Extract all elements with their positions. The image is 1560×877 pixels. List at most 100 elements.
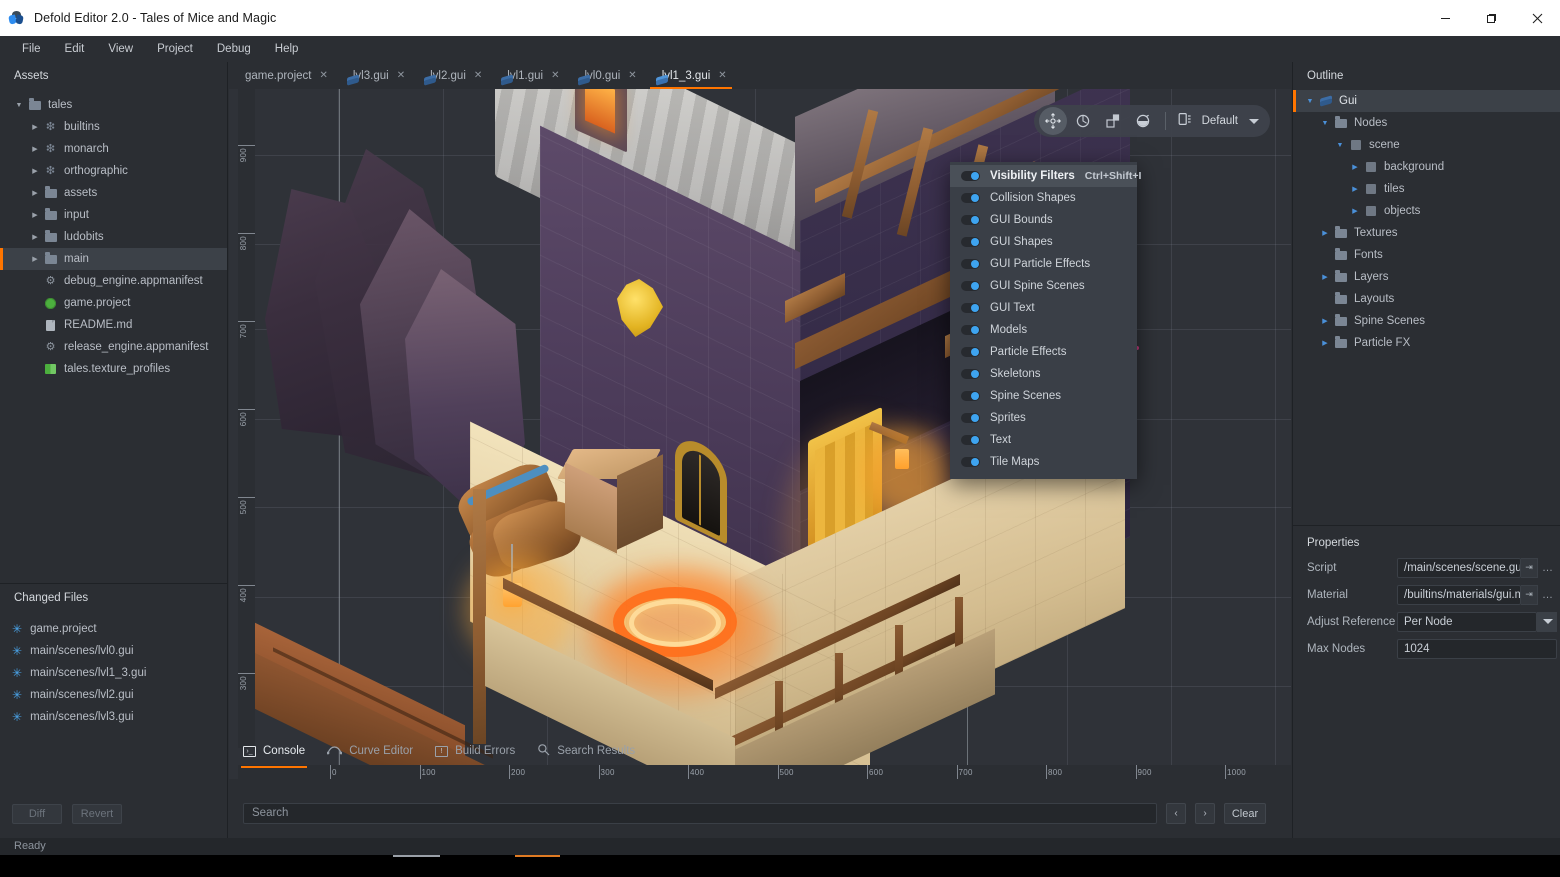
toggle-switch[interactable] [961, 391, 980, 401]
editor-tab[interactable]: game.project✕ [229, 62, 337, 89]
twisty-icon[interactable]: ▶ [28, 255, 42, 263]
visibility-filter-item[interactable]: Collision Shapes [950, 187, 1137, 209]
toggle-switch[interactable] [961, 237, 980, 247]
toggle-switch[interactable] [961, 281, 980, 291]
toggle-switch[interactable] [961, 435, 980, 445]
chevron-down-icon[interactable] [1537, 612, 1557, 632]
visibility-filter-item[interactable]: Tile Maps [950, 451, 1137, 473]
browse-button[interactable]: … [1538, 585, 1557, 605]
search-next-button[interactable]: › [1195, 803, 1215, 824]
outline-item[interactable]: ▶background [1293, 156, 1560, 178]
visibility-filter-item[interactable]: Models [950, 319, 1137, 341]
twisty-icon[interactable]: ▶ [28, 189, 42, 197]
asset-tree-item[interactable]: tales.texture_profiles [0, 358, 227, 380]
menu-project[interactable]: Project [145, 39, 205, 59]
search-input[interactable]: Search [243, 803, 1157, 824]
twisty-icon[interactable]: ▼ [1333, 142, 1347, 149]
toggle-switch[interactable] [961, 369, 980, 379]
close-tab-icon[interactable]: ✕ [397, 70, 405, 81]
visibility-filter-item[interactable]: Skeletons [950, 363, 1137, 385]
twisty-icon[interactable]: ▶ [1318, 229, 1332, 237]
toggle-switch[interactable] [961, 325, 980, 335]
outline-item[interactable]: Layouts [1293, 288, 1560, 310]
twisty-icon[interactable]: ▶ [1348, 185, 1362, 193]
minimize-button[interactable] [1422, 0, 1468, 36]
visibility-filter-item[interactable]: GUI Spine Scenes [950, 275, 1137, 297]
goto-resource-button[interactable]: ⇥ [1521, 585, 1538, 605]
twisty-icon[interactable]: ▶ [28, 123, 42, 131]
outline-item[interactable]: ▼Gui [1293, 90, 1560, 112]
menu-debug[interactable]: Debug [205, 39, 263, 59]
changed-file-item[interactable]: ✳main/scenes/lvl2.gui [0, 684, 227, 706]
toggle-visibility-filters[interactable] [961, 171, 980, 181]
outline-item[interactable]: ▶Spine Scenes [1293, 310, 1560, 332]
visibility-filters-header[interactable]: Visibility Filters Ctrl+Shift+I [950, 165, 1137, 187]
revert-button[interactable]: Revert [72, 804, 122, 824]
toggle-switch[interactable] [961, 259, 980, 269]
scene-viewport[interactable]: 900800700600500400300 010020030040050060… [229, 89, 1291, 779]
clear-button[interactable]: Clear [1224, 803, 1266, 824]
maximize-button[interactable] [1468, 0, 1514, 36]
toggle-switch[interactable] [961, 347, 980, 357]
goto-resource-button[interactable]: ⇥ [1521, 558, 1538, 578]
visibility-filter-item[interactable]: GUI Particle Effects [950, 253, 1137, 275]
move-tool-icon[interactable] [1039, 107, 1067, 135]
asset-tree-item[interactable]: ▶assets [0, 182, 227, 204]
close-tab-icon[interactable]: ✕ [718, 70, 726, 81]
scale-tool-icon[interactable] [1099, 107, 1127, 135]
visibility-filter-item[interactable]: Text [950, 429, 1137, 451]
outline-item[interactable]: ▶Textures [1293, 222, 1560, 244]
toggle-switch[interactable] [961, 413, 980, 423]
rotate-tool-icon[interactable] [1069, 107, 1097, 135]
outline-item[interactable]: Fonts [1293, 244, 1560, 266]
twisty-icon[interactable]: ▶ [1318, 339, 1332, 347]
changed-file-item[interactable]: ✳main/scenes/lvl3.gui [0, 706, 227, 728]
asset-tree-item[interactable]: game.project [0, 292, 227, 314]
visibility-filter-item[interactable]: Spine Scenes [950, 385, 1137, 407]
twisty-icon[interactable]: ▼ [1318, 120, 1332, 127]
visibility-filter-item[interactable]: Particle Effects [950, 341, 1137, 363]
changed-file-item[interactable]: ✳game.project [0, 618, 227, 640]
asset-tree-item[interactable]: ▶❇monarch [0, 138, 227, 160]
menu-help[interactable]: Help [263, 39, 311, 59]
twisty-icon[interactable]: ▶ [28, 233, 42, 241]
close-tab-icon[interactable]: ✕ [474, 70, 482, 81]
property-value[interactable]: /main/scenes/scene.gui_ [1397, 558, 1521, 578]
close-tab-icon[interactable]: ✕ [551, 70, 559, 81]
editor-tab[interactable]: lvl3.gui✕ [337, 62, 414, 89]
outline-item[interactable]: ▶tiles [1293, 178, 1560, 200]
outline-item[interactable]: ▶Layers [1293, 266, 1560, 288]
visibility-filter-item[interactable]: Sprites [950, 407, 1137, 429]
close-button[interactable] [1514, 0, 1560, 36]
editor-tab[interactable]: lvl2.gui✕ [414, 62, 491, 89]
layout-selector[interactable]: Default [1174, 111, 1265, 132]
outline-item[interactable]: ▼Nodes [1293, 112, 1560, 134]
search-prev-button[interactable]: ‹ [1166, 803, 1186, 824]
asset-tree-item[interactable]: ▶input [0, 204, 227, 226]
console-tab[interactable]: ›_Console [243, 737, 305, 765]
visibility-filters-icon[interactable] [1129, 107, 1157, 135]
toggle-switch[interactable] [961, 193, 980, 203]
asset-tree-item[interactable]: ▼tales [0, 94, 227, 116]
property-value[interactable]: 1024 [1397, 639, 1557, 659]
twisty-icon[interactable]: ▶ [28, 211, 42, 219]
asset-tree-item[interactable]: README.md [0, 314, 227, 336]
twisty-icon[interactable]: ▶ [1348, 163, 1362, 171]
browse-button[interactable]: … [1538, 558, 1557, 578]
twisty-icon[interactable]: ▶ [28, 145, 42, 153]
menu-view[interactable]: View [96, 39, 145, 59]
asset-tree-item[interactable]: ⚙debug_engine.appmanifest [0, 270, 227, 292]
outline-item[interactable]: ▼scene [1293, 134, 1560, 156]
asset-tree-item[interactable]: ▶❇orthographic [0, 160, 227, 182]
asset-tree-item[interactable]: ▶main [0, 248, 227, 270]
toggle-switch[interactable] [961, 215, 980, 225]
close-tab-icon[interactable]: ✕ [319, 70, 327, 81]
outline-item[interactable]: ▶objects [1293, 200, 1560, 222]
twisty-icon[interactable]: ▶ [1348, 207, 1362, 215]
asset-tree-item[interactable]: ⚙release_engine.appmanifest [0, 336, 227, 358]
property-value[interactable]: Per Node [1397, 612, 1537, 632]
visibility-filter-item[interactable]: GUI Text [950, 297, 1137, 319]
twisty-icon[interactable]: ▼ [1303, 98, 1317, 105]
changed-file-item[interactable]: ✳main/scenes/lvl0.gui [0, 640, 227, 662]
close-tab-icon[interactable]: ✕ [628, 70, 636, 81]
